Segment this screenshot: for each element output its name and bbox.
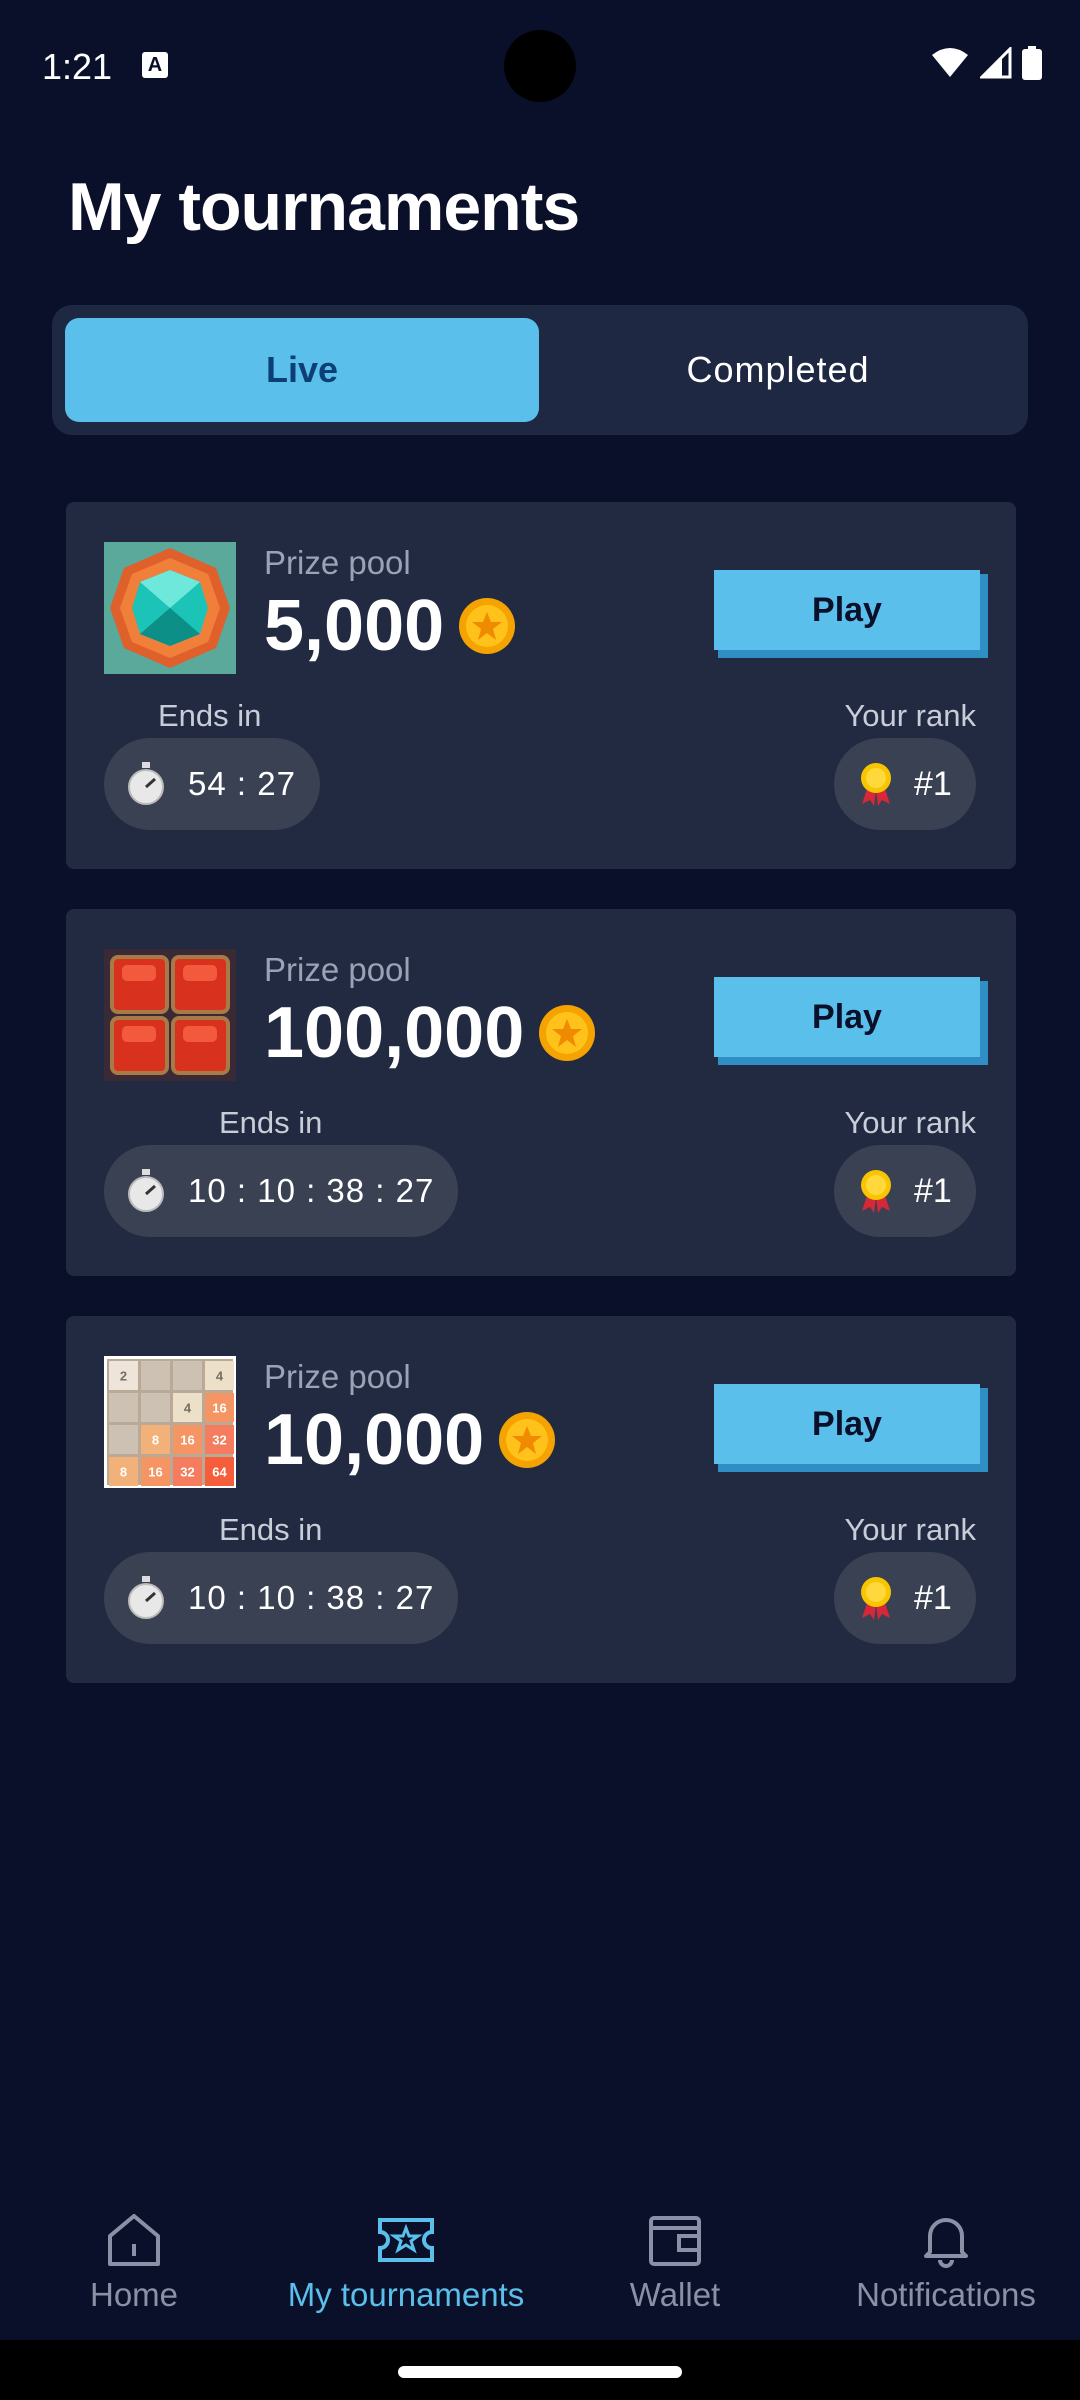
bottom-navigation: Home My tournaments Wallet Notifications (0, 2180, 1080, 2340)
grid-tile-number: 16 (212, 1401, 226, 1416)
nav-item-wallet[interactable]: Wallet (590, 2212, 760, 2314)
nav-item-home[interactable]: Home (46, 2212, 222, 2314)
prize-pool-value: 100,000 (264, 993, 525, 1073)
play-button[interactable]: Play (714, 570, 990, 658)
tournament-card: 2 4 4 16 8 16 32 8 16 32 64 Prize pool 10,000 Play… (66, 1316, 1016, 1683)
timer-value: 10 : 10 : 38 : 27 (188, 1172, 435, 1209)
coin-icon (459, 598, 516, 654)
grid-tile-number: 64 (212, 1465, 227, 1480)
prize-pool-label: Prize pool (264, 951, 411, 988)
bell-icon (924, 2218, 968, 2268)
rank-value: #1 (914, 1171, 952, 1210)
medal-icon (861, 1170, 891, 1213)
nav-label-home: Home (89, 2276, 179, 2313)
page-title: My tournaments (68, 169, 580, 245)
timer-value: 54 : 27 (188, 765, 296, 802)
countdown-timer: 10 : 10 : 38 : 27 (104, 1145, 459, 1237)
wallet-icon (649, 2216, 701, 2266)
tournament-card: Prize pool 100,000 Play Ends in 10 : 10 … (66, 909, 1016, 1276)
prize-pool: 100,000 (264, 997, 596, 1069)
stopwatch-icon (128, 1576, 164, 1619)
timer-value: 10 : 10 : 38 : 27 (188, 1579, 435, 1616)
prize-pool-label: Prize pool (264, 1358, 411, 1395)
medal-icon (861, 1577, 891, 1620)
countdown-timer: 54 : 27 (104, 738, 320, 830)
medal-icon (861, 763, 891, 806)
stopwatch-icon (128, 1169, 164, 1212)
prize-pool: 5,000 (264, 590, 516, 662)
ends-in-label: Ends in (219, 1105, 323, 1140)
home-gesture-bar[interactable] (398, 2366, 682, 2378)
rank-value: #1 (914, 1578, 952, 1617)
grid-tile-number: 32 (180, 1465, 194, 1480)
battery-icon (1022, 46, 1042, 80)
your-rank-label: Your rank (844, 1105, 976, 1140)
grid-tile-number: 8 (120, 1465, 127, 1480)
gem-icon[interactable] (104, 542, 236, 674)
grid-tile-number: 32 (212, 1433, 226, 1448)
grid-tile (109, 1393, 138, 1422)
red-blocks-icon[interactable] (104, 949, 236, 1081)
status-icons (930, 46, 1042, 80)
grid-tile-number: 4 (184, 1401, 192, 1416)
home-icon (108, 2214, 160, 2266)
ticket-star-icon (378, 2218, 434, 2262)
wifi-icon (932, 48, 968, 77)
grid-tile-number: 4 (216, 1369, 224, 1384)
prize-pool-label: Prize pool (264, 544, 411, 581)
grid-tile-number: 16 (148, 1465, 162, 1480)
grid-tile (109, 1425, 138, 1454)
rank-value: #1 (914, 764, 952, 803)
play-button[interactable]: Play (714, 1384, 990, 1472)
grid-tile-number: 8 (152, 1433, 159, 1448)
prize-pool-value: 5,000 (264, 586, 445, 666)
grid-tile (141, 1393, 170, 1422)
nav-item-notifications[interactable]: Notifications (838, 2212, 1054, 2314)
nav-label-my-tournaments: My tournaments (287, 2276, 525, 2313)
your-rank-label: Your rank (844, 1512, 976, 1547)
tournament-card: Prize pool 5,000 Play Ends in 54 : 27 Yo… (66, 502, 1016, 869)
status-bar: 1:21 A (0, 0, 1080, 130)
rank-badge: #1 (834, 1552, 976, 1644)
play-button-label: Play (714, 570, 980, 650)
play-button-label: Play (714, 1384, 980, 1464)
tournament-tabs: Live Completed (52, 305, 1028, 435)
nav-label-wallet: Wallet (629, 2276, 721, 2313)
number-grid-2048-icon[interactable]: 2 4 4 16 8 16 32 8 16 32 64 (104, 1356, 236, 1488)
signal-icon (980, 47, 1012, 79)
nav-label-notifications: Notifications (856, 2276, 1036, 2313)
rank-badge: #1 (834, 738, 976, 830)
your-rank-label: Your rank (844, 698, 976, 733)
grid-tile (141, 1361, 170, 1390)
coin-icon (499, 1412, 556, 1468)
play-button[interactable]: Play (714, 977, 990, 1065)
ends-in-label: Ends in (219, 1512, 323, 1547)
prize-pool-value: 10,000 (264, 1400, 485, 1480)
prize-pool: 10,000 (264, 1404, 556, 1476)
nav-item-my-tournaments[interactable]: My tournaments (272, 2212, 540, 2314)
status-time: 1:21 (42, 46, 113, 87)
stopwatch-icon (128, 762, 164, 805)
tab-completed[interactable]: Completed (541, 318, 1015, 422)
keyboard-notification-icon: A (142, 52, 168, 78)
play-button-label: Play (714, 977, 980, 1057)
rank-badge: #1 (834, 1145, 976, 1237)
countdown-timer: 10 : 10 : 38 : 27 (104, 1552, 459, 1644)
grid-tile-number: 16 (180, 1433, 194, 1448)
grid-tile-number: 2 (120, 1369, 127, 1384)
camera-cutout (504, 30, 576, 102)
coin-icon (539, 1005, 596, 1061)
grid-tile (173, 1361, 202, 1390)
ends-in-label: Ends in (158, 698, 262, 733)
tab-live[interactable]: Live (65, 318, 539, 422)
